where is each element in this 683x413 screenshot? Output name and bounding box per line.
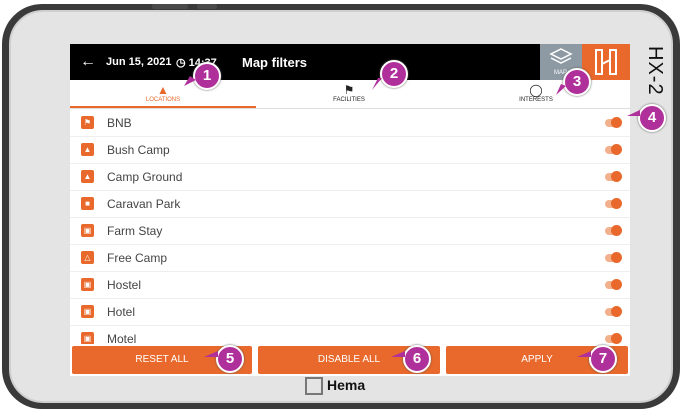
callout-arrows [184,76,640,357]
